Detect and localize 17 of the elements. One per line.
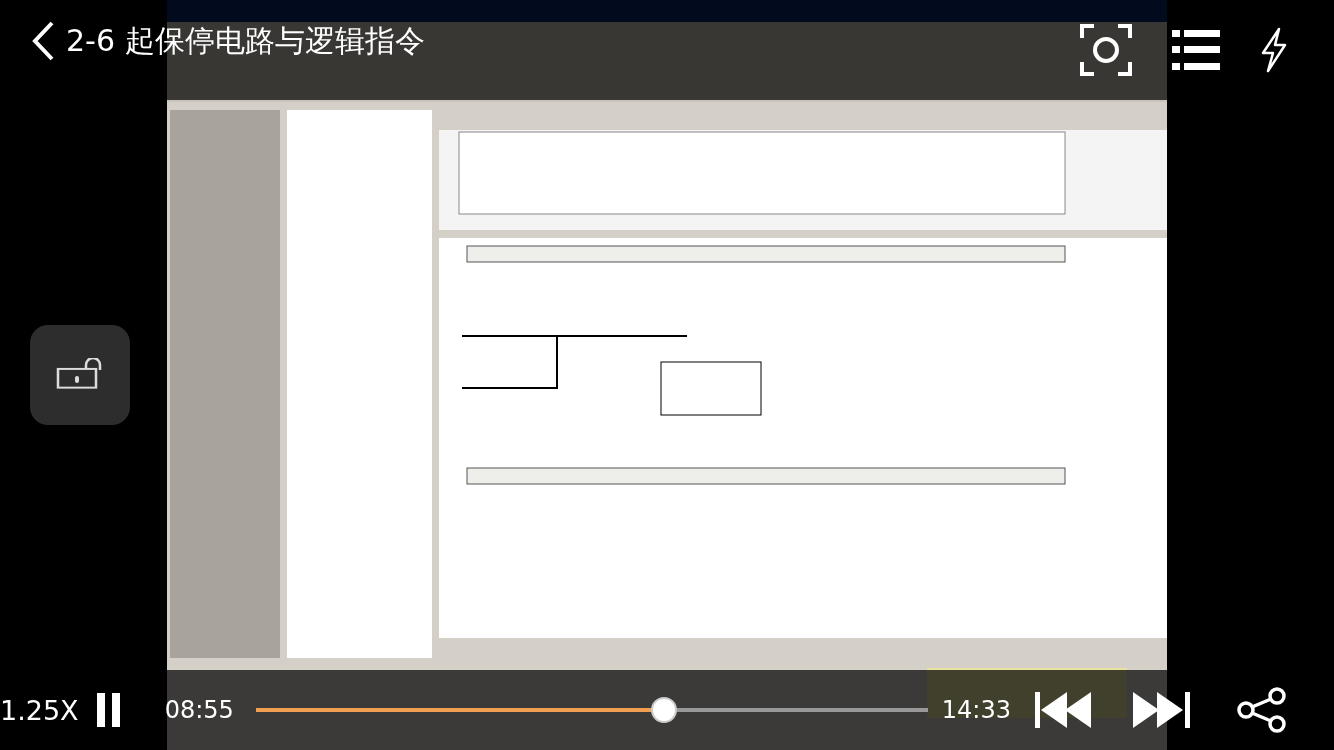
unlocked-icon <box>56 358 104 392</box>
playback-speed[interactable]: 1.25X <box>0 694 79 726</box>
next-icon[interactable] <box>1132 692 1191 728</box>
scan-icon[interactable] <box>1080 24 1132 76</box>
previous-icon[interactable] <box>1034 692 1093 728</box>
back-button[interactable] <box>30 20 56 62</box>
pause-icon <box>96 693 121 727</box>
play-pause-button[interactable] <box>96 693 121 727</box>
share-icon[interactable] <box>1234 687 1289 733</box>
elapsed-time: 08:55 <box>164 696 234 724</box>
video-title: 2-6 起保停电路与逻辑指令 <box>66 22 425 60</box>
slider-thumb[interactable] <box>650 697 677 723</box>
lock-button[interactable] <box>30 325 130 425</box>
lightning-icon[interactable] <box>1260 27 1288 73</box>
progress-slider[interactable] <box>255 697 928 723</box>
list-icon[interactable] <box>1172 30 1220 70</box>
total-duration: 14:33 <box>941 696 1011 724</box>
